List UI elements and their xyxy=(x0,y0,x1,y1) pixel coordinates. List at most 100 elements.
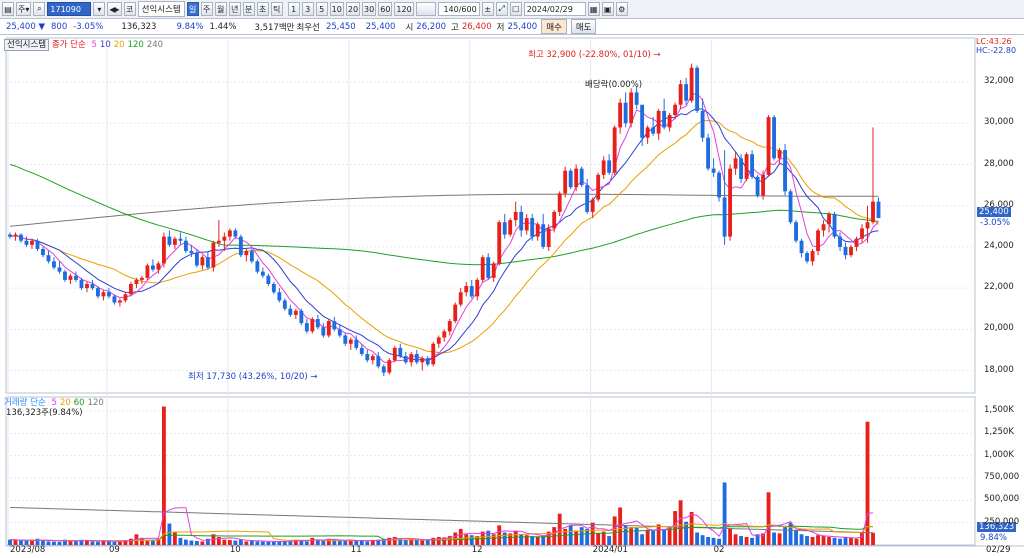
sell-button[interactable]: 매도 xyxy=(570,19,597,34)
x-tick-label: 11 xyxy=(350,545,362,555)
interval-custom-input[interactable] xyxy=(415,2,436,16)
candle-body xyxy=(728,168,733,237)
search-icon[interactable]: ⌕ xyxy=(33,2,46,16)
lc-label: LC:43.26 xyxy=(976,37,1012,46)
high-label: 고 xyxy=(451,22,459,33)
candle-body xyxy=(568,170,573,188)
volume-bar xyxy=(810,536,815,545)
candle-body xyxy=(436,337,441,344)
volume-bar xyxy=(816,535,820,545)
save-icon[interactable]: ▣ xyxy=(601,2,614,16)
trade-amount: 3,517백만 xyxy=(254,22,295,33)
interval-button-5[interactable]: 5 xyxy=(315,2,328,16)
candle-body xyxy=(453,304,458,322)
candle-body xyxy=(57,267,62,272)
fit-icon[interactable]: ⤢ xyxy=(495,2,508,16)
date-input[interactable]: 2024/02/29 xyxy=(523,2,586,16)
candle-body xyxy=(513,211,518,221)
stock-name-field[interactable]: 선익시스템 xyxy=(137,1,185,17)
interval-button-3[interactable]: 3 xyxy=(301,2,314,16)
period-tab-4[interactable]: 분 xyxy=(242,2,255,16)
volume-bar xyxy=(46,541,51,545)
candle-body xyxy=(277,292,282,301)
volume-bar xyxy=(183,539,188,545)
buy-button[interactable]: 매수 xyxy=(541,19,567,34)
volume-bar xyxy=(574,530,579,545)
candle-body xyxy=(442,331,447,338)
zoom-icon[interactable]: ± xyxy=(481,2,494,16)
candle-body xyxy=(700,110,705,138)
candle-body xyxy=(24,240,29,245)
ma-legend-20: 20 xyxy=(113,40,125,50)
candle-body xyxy=(205,257,210,268)
ma-legend-10: 10 xyxy=(99,40,111,50)
price-tick-label: 22,000 xyxy=(984,282,1014,293)
prev-next-arrows[interactable]: ◀▸ xyxy=(107,2,122,16)
volume-bar xyxy=(541,536,546,545)
candle-body xyxy=(337,329,342,336)
interval-button-10[interactable]: 10 xyxy=(329,2,344,16)
chart-type-select[interactable]: 주 ▾ xyxy=(16,2,32,16)
interval-button-60[interactable]: 60 xyxy=(378,2,393,16)
candle-body xyxy=(574,168,579,188)
candle-body xyxy=(497,222,502,264)
price-tick-label: 20,000 xyxy=(984,323,1014,334)
interval-button-1[interactable]: 1 xyxy=(287,2,300,16)
volume-bar xyxy=(469,535,474,545)
candle-body xyxy=(524,218,529,231)
volume-tick-label: 750,000 xyxy=(984,472,1020,482)
calendar-check-icon[interactable]: ☐ xyxy=(509,2,522,16)
stock-code-input[interactable]: 171090 xyxy=(47,2,92,16)
code-dropdown-button[interactable]: ▾ xyxy=(93,2,106,16)
calendar-icon[interactable]: ▦ xyxy=(587,2,600,16)
volume-bar xyxy=(651,530,656,545)
period-tab-3[interactable]: 년 xyxy=(228,2,241,16)
candle-body xyxy=(535,224,540,237)
candle-body xyxy=(129,283,133,295)
candle-body xyxy=(508,220,513,235)
candle-body xyxy=(194,253,199,266)
chart-type-icon[interactable]: ▤ xyxy=(2,2,14,16)
candle-body xyxy=(871,201,875,223)
candle-body xyxy=(530,218,535,237)
period-tab-0[interactable]: 일 xyxy=(186,2,199,16)
gear-icon[interactable]: ⚙ xyxy=(615,2,628,16)
candle-body xyxy=(772,117,776,159)
interval-button-20[interactable]: 20 xyxy=(345,2,361,16)
candle-body xyxy=(486,257,491,278)
volume-bar xyxy=(728,528,733,545)
candle-body xyxy=(832,213,837,237)
price-tick-label: 24,000 xyxy=(984,240,1014,251)
interval-button-30[interactable]: 30 xyxy=(362,2,377,16)
volume-bar xyxy=(607,536,612,545)
volume-bar xyxy=(684,521,689,545)
volume-tick-label: 250,000 xyxy=(984,516,1020,527)
candle-body xyxy=(35,240,40,249)
volume-bar xyxy=(74,541,78,545)
volume-bar xyxy=(733,534,738,545)
period-tab-2[interactable]: 월 xyxy=(214,2,227,16)
high-annotation: 최고 32,900 (-22.80%, 01/10) → xyxy=(528,50,661,60)
candle-body xyxy=(310,319,315,332)
best-ask: 25,450 xyxy=(325,21,356,32)
period-tab-1[interactable]: 주 xyxy=(200,2,213,16)
volume-bar xyxy=(629,527,634,545)
volume-bar xyxy=(244,541,249,545)
volume-bar xyxy=(535,536,540,545)
volume-bar xyxy=(689,511,694,545)
candle-body xyxy=(722,197,727,237)
volume-bar xyxy=(678,500,683,545)
candle-body xyxy=(13,234,18,237)
candle-body xyxy=(590,199,595,212)
period-tab-5[interactable]: 초 xyxy=(256,2,269,16)
bar-count-input[interactable]: 140/600 xyxy=(437,2,480,16)
interval-button-120[interactable]: 120 xyxy=(394,2,414,16)
candle-body xyxy=(618,102,623,128)
candle-body xyxy=(140,277,144,280)
volume-bar xyxy=(579,527,584,545)
volume-bar xyxy=(519,534,524,545)
period-tab-6[interactable]: 틱 xyxy=(270,2,283,16)
candle-body xyxy=(563,170,568,194)
stock-chart[interactable] xyxy=(0,35,1024,558)
candle-body xyxy=(519,211,524,231)
